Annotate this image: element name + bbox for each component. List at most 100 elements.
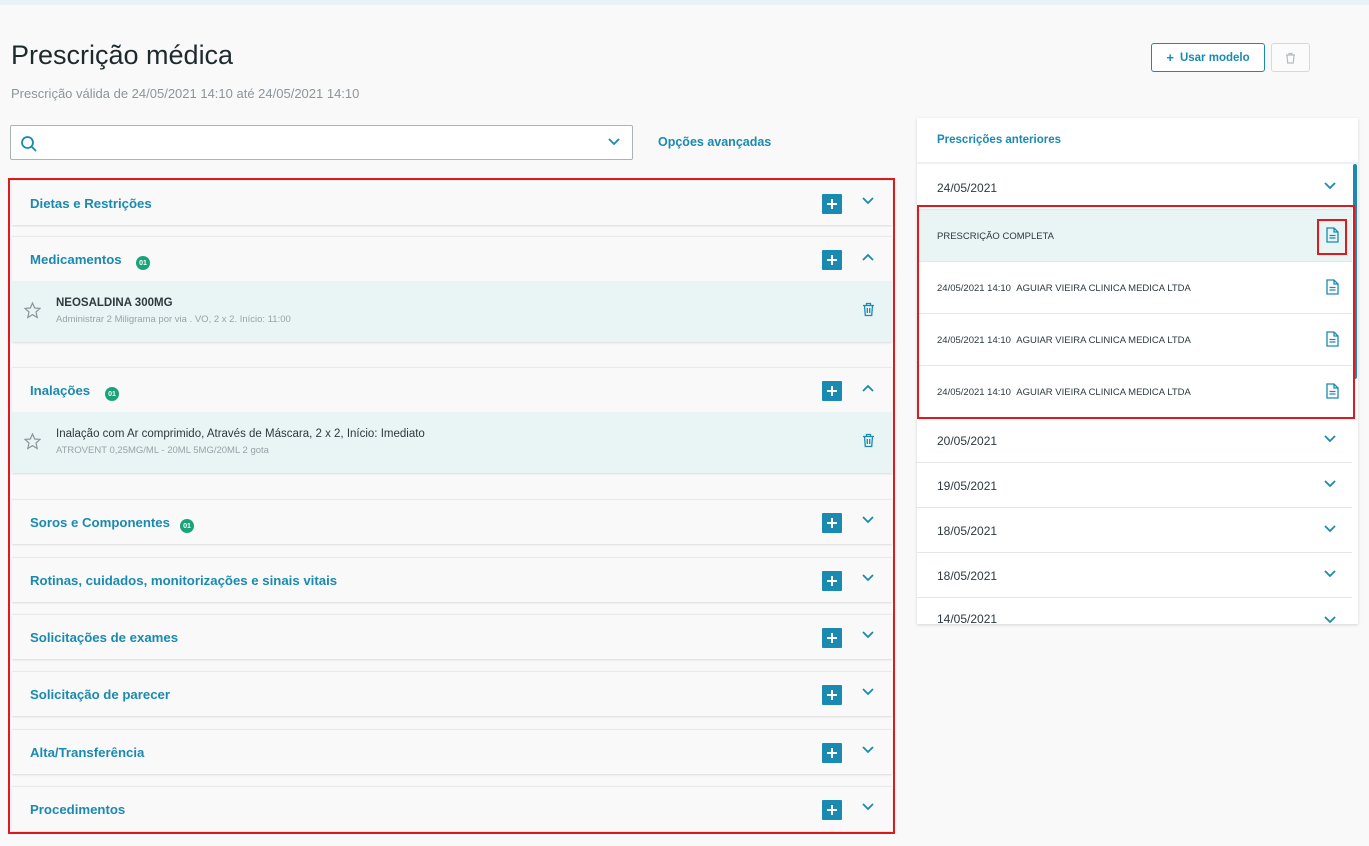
search-input[interactable] xyxy=(47,132,587,154)
chevron-down-icon[interactable] xyxy=(862,688,874,696)
section-header[interactable]: Soros e Componentes 01 xyxy=(12,500,892,544)
date-row[interactable]: 20/05/2021 xyxy=(917,418,1352,463)
section-title: Procedimentos xyxy=(30,802,126,817)
section-serums: Soros e Componentes 01 xyxy=(12,499,892,544)
add-button[interactable] xyxy=(822,513,842,533)
section-header[interactable]: Rotinas, cuidados, monitorizações e sina… xyxy=(12,558,892,602)
date-label: 19/05/2021 xyxy=(937,479,998,493)
panel-header: Prescrições anteriores xyxy=(917,118,1358,164)
add-button[interactable] xyxy=(822,743,842,763)
date-label: 20/05/2021 xyxy=(937,434,998,448)
count-badge: 01 xyxy=(105,387,119,401)
star-icon[interactable] xyxy=(24,302,41,319)
section-procedures: Procedimentos xyxy=(12,786,892,831)
section-title: Dietas e Restrições xyxy=(30,196,152,211)
add-button[interactable] xyxy=(822,685,842,705)
date-row[interactable]: 24/05/2021 xyxy=(917,165,1352,210)
item-title: NEOSALDINA 300MG xyxy=(56,297,173,309)
section-title: Solicitações de exames xyxy=(30,630,179,645)
date-row[interactable]: 19/05/2021 xyxy=(917,463,1352,508)
section-inhalations: Inalações 01 Inalação com Ar comprimido,… xyxy=(12,367,892,473)
star-icon[interactable] xyxy=(24,433,41,450)
date-row[interactable]: 18/05/2021 xyxy=(917,553,1352,598)
add-button[interactable] xyxy=(822,194,842,214)
section-diets: Dietas e Restrições xyxy=(12,180,892,225)
date-label: 14/05/2021 xyxy=(937,612,998,624)
section-header[interactable]: Alta/Transferência xyxy=(12,730,892,774)
section-title: Rotinas, cuidados, monitorizações e sina… xyxy=(30,573,338,588)
date-row[interactable]: 18/05/2021 xyxy=(917,508,1352,553)
chevron-down-icon[interactable] xyxy=(862,746,874,754)
chevron-down-icon[interactable] xyxy=(862,574,874,582)
date-label: 24/05/2021 xyxy=(937,181,998,195)
plus-icon xyxy=(827,748,837,758)
page-title: Prescrição médica xyxy=(11,40,234,70)
section-header[interactable]: Solicitações de exames xyxy=(12,615,892,659)
chevron-down-icon[interactable] xyxy=(862,197,874,205)
section-title: Solicitação de parecer xyxy=(30,687,171,702)
search-icon xyxy=(21,136,37,152)
plus-icon xyxy=(827,576,837,586)
plus-icon xyxy=(827,386,837,396)
plus-icon xyxy=(827,633,837,643)
add-button[interactable] xyxy=(822,571,842,591)
use-model-label: Usar modelo xyxy=(1179,51,1250,64)
section-exam-requests: Solicitações de exames xyxy=(12,614,892,659)
highlight-annotation xyxy=(1317,219,1347,255)
add-button[interactable] xyxy=(822,381,842,401)
chevron-up-icon[interactable] xyxy=(862,384,874,392)
plus-icon: + xyxy=(1166,50,1174,65)
chevron-down-icon[interactable] xyxy=(1324,616,1336,624)
chevron-down-icon[interactable] xyxy=(1324,182,1336,190)
count-badge: 01 xyxy=(136,256,150,270)
section-title: Inalações xyxy=(30,383,91,398)
section-header[interactable]: Medicamentos 01 xyxy=(12,237,892,281)
trash-icon[interactable] xyxy=(862,302,875,317)
panel-title: Prescrições anteriores xyxy=(937,134,1062,146)
plus-icon xyxy=(827,805,837,815)
highlight-annotation xyxy=(917,205,1355,419)
section-header[interactable]: Procedimentos xyxy=(12,787,892,831)
section-routines: Rotinas, cuidados, monitorizações e sina… xyxy=(12,557,892,602)
date-label: 18/05/2021 xyxy=(937,569,998,583)
chevron-down-icon[interactable] xyxy=(1324,480,1336,488)
section-medications: Medicamentos 01 NEOSALDINA 300MG Adminis… xyxy=(12,236,892,342)
add-button[interactable] xyxy=(822,250,842,270)
advanced-options-link[interactable]: Opções avançadas xyxy=(658,135,771,149)
chevron-up-icon[interactable] xyxy=(862,253,874,261)
item-detail: ATROVENT 0,25MG/ML - 20ML 5MG/20ML 2 got… xyxy=(56,445,269,456)
item-detail: Administrar 2 Miligrama por via . VO, 2 … xyxy=(56,314,291,325)
validity-text: Prescrição válida de 24/05/2021 14:10 at… xyxy=(11,86,360,101)
search-field[interactable] xyxy=(10,125,633,160)
item-title: Inalação com Ar comprimido, Através de M… xyxy=(56,428,425,440)
add-button[interactable] xyxy=(822,628,842,648)
trash-icon[interactable] xyxy=(862,433,875,448)
section-title: Medicamentos xyxy=(30,252,122,267)
section-title: Soros e Componentes xyxy=(30,515,170,530)
chevron-down-icon[interactable] xyxy=(1324,570,1336,578)
section-opinion-request: Solicitação de parecer xyxy=(12,671,892,716)
chevron-down-icon[interactable] xyxy=(1324,435,1336,443)
delete-button[interactable] xyxy=(1271,43,1310,72)
plus-icon xyxy=(827,255,837,265)
top-bar xyxy=(0,0,1369,5)
section-header[interactable]: Inalações 01 xyxy=(12,368,892,412)
plus-icon xyxy=(827,199,837,209)
date-row[interactable]: 14/05/2021 xyxy=(917,598,1352,624)
chevron-down-icon[interactable] xyxy=(862,803,874,811)
chevron-down-icon[interactable] xyxy=(862,516,874,524)
use-model-button[interactable]: + Usar modelo xyxy=(1151,43,1265,72)
plus-icon xyxy=(827,690,837,700)
section-header[interactable]: Dietas e Restrições xyxy=(12,181,892,225)
add-button[interactable] xyxy=(822,800,842,820)
chevron-down-icon[interactable] xyxy=(608,138,620,146)
count-badge: 01 xyxy=(180,519,194,533)
plus-icon xyxy=(827,518,837,528)
chevron-down-icon[interactable] xyxy=(1324,525,1336,533)
section-discharge: Alta/Transferência xyxy=(12,729,892,774)
chevron-down-icon[interactable] xyxy=(862,631,874,639)
trash-icon xyxy=(1286,52,1295,64)
section-header[interactable]: Solicitação de parecer xyxy=(12,672,892,716)
date-label: 18/05/2021 xyxy=(937,524,998,538)
section-title: Alta/Transferência xyxy=(30,745,145,760)
